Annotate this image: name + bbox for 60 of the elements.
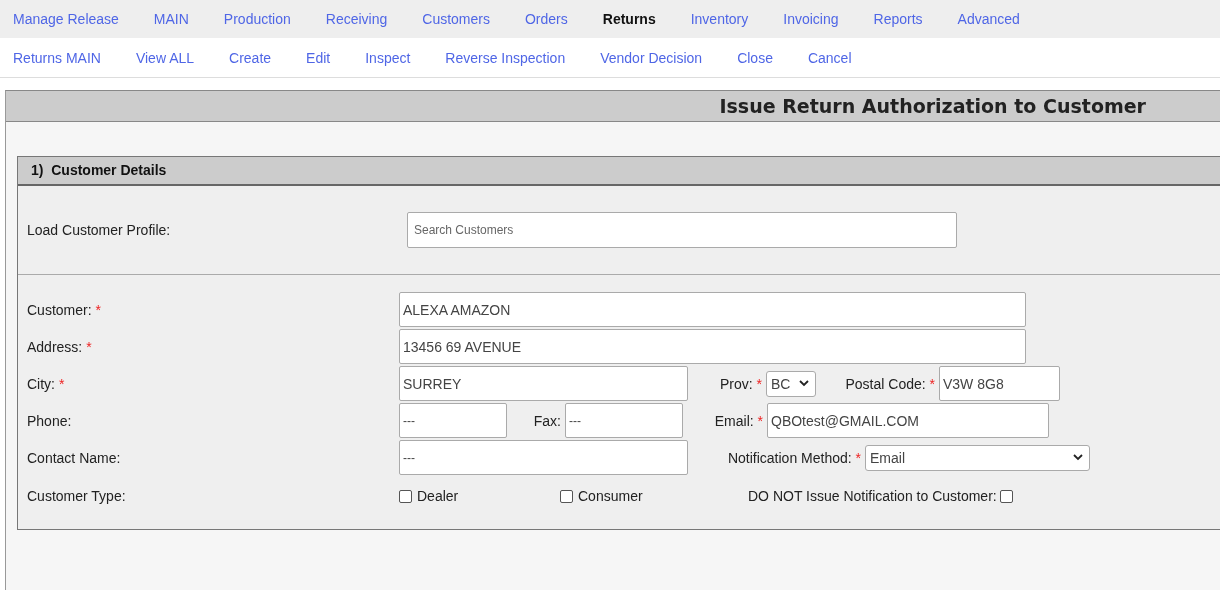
subnav-link[interactable]: Close <box>737 49 773 66</box>
subnav-link[interactable]: Returns MAIN <box>13 49 101 66</box>
checkbox[interactable] <box>999 489 1013 503</box>
field-label: City: * <box>27 375 66 392</box>
nav-tab[interactable]: Invoicing <box>783 11 839 27</box>
province-select[interactable]: BC <box>766 370 816 397</box>
required-mark: * <box>929 375 935 392</box>
nav-tab[interactable]: Production <box>223 11 291 27</box>
section-title: 1) Customer Details <box>18 157 1220 186</box>
required-mark: * <box>756 375 762 392</box>
input-field[interactable]: --- <box>399 403 507 438</box>
chevron-down-icon <box>1073 454 1083 461</box>
input-field[interactable]: --- <box>565 403 683 438</box>
nav-tab[interactable]: Inventory <box>690 11 749 27</box>
checkbox-label: Dealer <box>417 488 459 504</box>
required-mark: * <box>855 449 861 466</box>
required-mark: * <box>95 301 101 318</box>
subnav-link[interactable]: View ALL <box>135 49 195 66</box>
input-field[interactable]: 13456 69 AVENUE <box>399 329 1026 364</box>
nav-tab[interactable]: Returns <box>602 11 656 27</box>
nav-tab[interactable]: Manage Release <box>13 11 119 27</box>
input-field[interactable]: QBOtest@GMAIL.COM <box>767 403 1049 438</box>
page-title: Issue Return Authorization to Customer <box>6 91 1220 122</box>
checkbox-label: DO NOT Issue Notification to Customer: <box>748 488 997 504</box>
required-mark: * <box>757 412 763 429</box>
required-mark: * <box>58 375 65 392</box>
nav-tab[interactable]: Reports <box>873 11 923 27</box>
checkbox[interactable] <box>560 489 573 503</box>
nav-tab[interactable]: Advanced <box>957 11 1020 27</box>
nav-tab[interactable]: Orders <box>524 11 568 27</box>
input-field[interactable]: ALEXA AMAZON <box>399 292 1026 327</box>
field-label: Contact Name: <box>27 449 122 466</box>
subnav-link[interactable]: Inspect <box>365 49 411 66</box>
input-field[interactable]: --- <box>399 440 688 475</box>
field-label: Phone: <box>27 412 73 429</box>
subnav-link[interactable]: Create <box>229 49 272 66</box>
field-label: Email: * <box>713 412 764 429</box>
field-label: Load Customer Profile: <box>27 222 172 238</box>
field-label: Fax: <box>532 412 562 429</box>
subnav-link[interactable]: Cancel <box>807 49 852 66</box>
checkbox-label: Consumer <box>578 488 643 504</box>
chevron-down-icon <box>799 380 809 387</box>
field-label: Prov: * <box>718 375 763 392</box>
nav-tab[interactable]: Receiving <box>325 11 388 27</box>
required-mark: * <box>86 338 92 355</box>
input-field[interactable]: SURREY <box>399 366 688 401</box>
field-label: Address: * <box>27 338 93 355</box>
field-label: Notification Method: * <box>726 449 862 466</box>
checkbox[interactable] <box>399 489 412 503</box>
nav-tab[interactable]: MAIN <box>153 11 189 27</box>
nav-tab[interactable]: Customers <box>422 11 490 27</box>
subnav-link[interactable]: Vendor Decision <box>600 49 703 66</box>
field-label: Customer Type: <box>27 488 127 504</box>
notification-select[interactable]: Email <box>865 444 1090 471</box>
search-field[interactable]: Search Customers <box>407 212 957 248</box>
field-label: Postal Code: * <box>844 375 936 392</box>
subnav-link[interactable]: Reverse Inspection <box>445 49 566 66</box>
field-label: Customer: * <box>27 301 102 318</box>
subnav-link[interactable]: Edit <box>306 49 331 66</box>
input-field[interactable]: V3W 8G8 <box>939 366 1060 401</box>
